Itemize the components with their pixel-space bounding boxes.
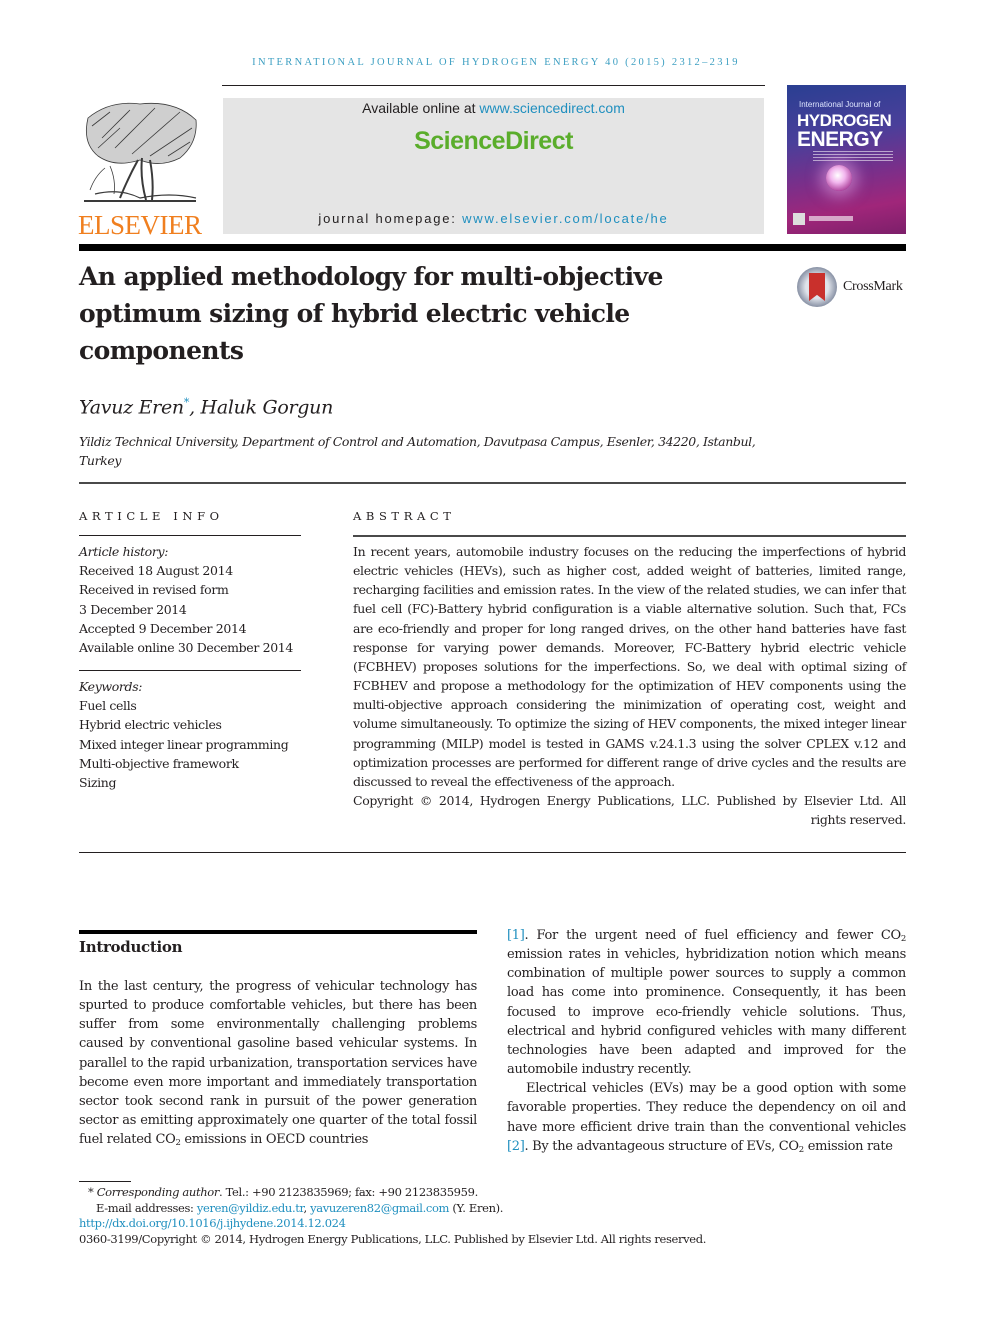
cover-kicker: International Journal of xyxy=(799,100,881,109)
email-link[interactable]: yavuzeren82@gmail.com xyxy=(310,1201,449,1215)
footnote-rule xyxy=(79,1181,131,1182)
email-owner: (Y. Eren). xyxy=(449,1200,504,1215)
doi-link[interactable]: http://dx.doi.org/10.1016/j.ijhydene.201… xyxy=(79,1216,346,1230)
body-text-run: . For the urgent need of fuel efficiency… xyxy=(524,928,902,943)
email-note: E-mail addresses: yeren@yildiz.edu.tr, y… xyxy=(79,1201,906,1217)
abstract-heading: ABSTRACT xyxy=(353,509,456,523)
email-label: E-mail addresses: xyxy=(96,1200,197,1215)
header-thick-rule xyxy=(79,244,906,251)
journal-homepage-line: journal homepage: www.elsevier.com/locat… xyxy=(223,211,764,226)
affiliation: Yildiz Technical University, Department … xyxy=(79,434,756,468)
journal-homepage-link[interactable]: www.elsevier.com/locate/he xyxy=(462,211,668,226)
author-name[interactable]: Haluk Gorgun xyxy=(201,396,334,418)
article-info-heading: ARTICLE INFO xyxy=(79,509,224,523)
introduction-paragraph-1-part: In the last century, the progress of veh… xyxy=(79,977,477,1149)
abstract-rule xyxy=(353,535,906,537)
abstract-copyright: Copyright © 2014, Hydrogen Energy Public… xyxy=(353,793,906,828)
article-history-label: Article history: xyxy=(79,544,169,559)
elsevier-wordmark: ELSEVIER xyxy=(78,210,202,240)
elsevier-tree-icon xyxy=(84,102,197,202)
corresponding-author-label: Corresponding author xyxy=(96,1185,220,1199)
cover-footer-text xyxy=(809,216,853,221)
keywords: Keywords: Fuel cells Hybrid electric veh… xyxy=(79,677,309,792)
issn-copyright: 0360-3199/Copyright © 2014, Hydrogen Ene… xyxy=(79,1232,707,1247)
sciencedirect-logo[interactable]: ScienceDirect xyxy=(223,127,764,156)
abstract-body: In recent years, automobile industry foc… xyxy=(353,542,906,829)
keyword-item: Mixed integer linear programming xyxy=(79,736,289,752)
body-column-right: [1]. For the urgent need of fuel efficie… xyxy=(507,926,906,1156)
header-top-rule xyxy=(222,85,765,86)
article-history: Article history: Received 18 August 2014… xyxy=(79,542,309,657)
footnotes: * Corresponding author. Tel.: +90 212383… xyxy=(79,1185,906,1248)
abstract-text: In recent years, automobile industry foc… xyxy=(353,544,906,789)
running-head: INTERNATIONAL JOURNAL OF HYDROGEN ENERGY… xyxy=(252,57,740,68)
body-text-run: Electrical vehicles (EVs) may be a good … xyxy=(507,1081,906,1135)
history-item: Received 18 August 2014 xyxy=(79,563,233,579)
body-text-run: emission rates in vehicles, hybridizatio… xyxy=(507,947,906,1078)
keyword-item: Sizing xyxy=(79,775,117,791)
journal-homepage-label: journal homepage: xyxy=(318,211,463,226)
body-column-left: In the last century, the progress of veh… xyxy=(79,977,477,1149)
keyword-item: Multi-objective framework xyxy=(79,755,239,771)
sciencedirect-link[interactable]: www.sciencedirect.com xyxy=(479,100,625,116)
body-text-run: . By the advantageous structure of EVs, … xyxy=(524,1138,800,1154)
body-text-run: In the last century, the progress of veh… xyxy=(79,979,477,1148)
introduction-rule xyxy=(79,930,477,934)
corresponding-author-note: * Corresponding author. Tel.: +90 212383… xyxy=(88,1185,478,1199)
cover-editor-lines xyxy=(813,151,893,163)
crossmark-icon xyxy=(797,267,837,307)
author-separator: , xyxy=(189,396,201,419)
keywords-label: Keywords: xyxy=(79,679,143,694)
article-title: An applied methodology for multi-objecti… xyxy=(79,262,663,365)
reference-link-1[interactable]: [1] xyxy=(507,928,525,943)
journal-cover-image: International Journal of HYDROGEN ENERGY xyxy=(787,85,906,234)
keyword-item: Fuel cells xyxy=(79,698,137,714)
keywords-rule xyxy=(79,670,301,671)
history-item: 3 December 2014 xyxy=(79,601,187,617)
introduction-heading: Introduction xyxy=(79,938,183,956)
author-list: Yavuz Eren*, Haluk Gorgun xyxy=(79,396,333,418)
crossmark-button[interactable]: CrossMark xyxy=(797,267,903,307)
author-name[interactable]: Yavuz Eren xyxy=(79,396,184,418)
cover-title-line2: ENERGY xyxy=(797,128,883,151)
front-matter-bottom-rule xyxy=(79,852,906,853)
article-info-rule xyxy=(79,535,301,536)
body-text-run: emission rate xyxy=(803,1138,893,1154)
available-online-line: Available online at www.sciencedirect.co… xyxy=(223,100,764,116)
cover-publisher-mark xyxy=(793,213,805,225)
introduction-paragraph-2: Electrical vehicles (EVs) may be a good … xyxy=(507,1079,906,1156)
history-item: Available online 30 December 2014 xyxy=(79,640,294,656)
crossmark-label: CrossMark xyxy=(843,279,903,294)
history-item: Received in revised form xyxy=(79,582,229,598)
keyword-item: Hybrid electric vehicles xyxy=(79,717,222,733)
affiliation-rule xyxy=(79,482,906,484)
contact-numbers: . Tel.: +90 2123835969; fax: +90 2123835… xyxy=(219,1185,478,1199)
available-online-label: Available online at xyxy=(362,100,480,116)
body-text-run: emissions in OECD countries xyxy=(180,1132,369,1148)
history-item: Accepted 9 December 2014 xyxy=(79,620,247,636)
doi-line: http://dx.doi.org/10.1016/j.ijhydene.201… xyxy=(79,1216,906,1232)
subscript: 2 xyxy=(900,934,906,944)
introduction-paragraph-1-cont: [1]. For the urgent need of fuel efficie… xyxy=(507,926,906,1079)
cover-orb-graphic xyxy=(826,165,852,191)
crossmark-ribbon-icon xyxy=(809,273,825,301)
reference-link-2[interactable]: [2] xyxy=(507,1139,525,1154)
email-link[interactable]: yeren@yildiz.edu.tr xyxy=(197,1201,304,1215)
